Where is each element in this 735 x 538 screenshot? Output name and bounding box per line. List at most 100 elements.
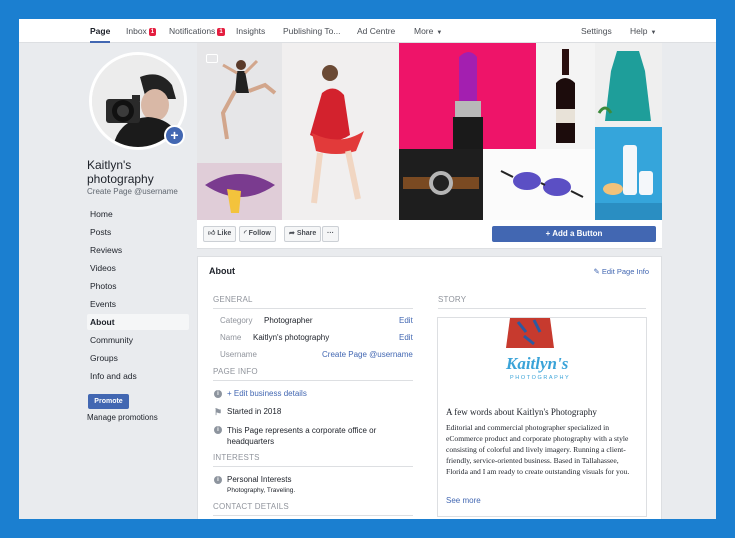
add-profile-picture-button[interactable]: + <box>164 125 185 146</box>
username-label: Username <box>220 350 257 359</box>
follow-label: Follow <box>248 230 271 237</box>
tab-inbox[interactable]: Inbox 1 <box>126 19 157 43</box>
personal-interests-label: Personal Interests <box>227 475 292 484</box>
divider <box>438 308 646 309</box>
cover-photo-watch <box>399 149 483 220</box>
story-title: A few words about Kaitlyn's Photography <box>446 407 597 417</box>
divider <box>213 466 413 467</box>
about-title: About <box>209 266 235 276</box>
info-icon: i <box>214 390 222 398</box>
edit-name-link[interactable]: Edit <box>399 333 413 342</box>
plus-icon: + <box>170 127 179 143</box>
settings-link[interactable]: Settings <box>581 19 612 43</box>
tab-ad-centre-label: Ad Centre <box>357 26 396 36</box>
edit-page-info-link[interactable]: ✎ Edit Page Info <box>594 267 650 276</box>
see-more-link[interactable]: See more <box>446 496 481 505</box>
cover-photo-dress <box>595 43 662 127</box>
edit-category-link[interactable]: Edit <box>399 316 413 325</box>
tab-publishing-tools[interactable]: Publishing To... <box>283 19 341 43</box>
tab-insights-label: Insights <box>236 26 266 36</box>
help-label: Help <box>630 26 648 36</box>
sidebar-item-info-and-ads[interactable]: Info and ads <box>87 368 189 384</box>
tab-insights[interactable]: Insights <box>236 19 265 43</box>
page-title: Kaitlyn's photography <box>87 158 154 186</box>
page-top-nav: Page Inbox 1 Notifications 1 Insights Publ… <box>19 19 716 43</box>
manage-promotions-link[interactable]: Manage promotions <box>87 413 158 422</box>
story-logo-subtitle: PHOTOGRAPHY <box>510 375 571 381</box>
started-text: Started in 2018 <box>227 407 282 416</box>
inbox-badge: 1 <box>148 28 157 36</box>
follow-button[interactable]: ◜ Follow <box>239 226 276 242</box>
pencil-icon: ✎ <box>593 267 602 276</box>
tab-page[interactable]: Page <box>90 19 111 43</box>
tab-page-label: Page <box>90 26 111 36</box>
more-options-button[interactable]: ··· <box>322 226 339 242</box>
create-username-link[interactable]: Create Page @username <box>87 187 178 196</box>
name-value: Kaitlyn's photography <box>253 333 330 342</box>
tab-inbox-label: Inbox <box>126 26 147 36</box>
info-icon: i <box>214 426 222 434</box>
sidebar-item-events[interactable]: Events <box>87 296 189 312</box>
page-action-bar: 👍︎ Like ◜ Follow ➦ Share ··· + Add a But… <box>197 220 662 249</box>
story-body: Editorial and commercial photographer sp… <box>446 423 630 476</box>
sidebar-item-home[interactable]: Home <box>87 206 189 222</box>
add-a-button[interactable]: + Add a Button <box>492 226 656 242</box>
promote-button[interactable]: Promote <box>88 394 129 409</box>
cover-photo-model <box>282 43 399 220</box>
camera-icon[interactable] <box>206 54 218 63</box>
flag-icon: ⚑ <box>214 407 223 417</box>
sidebar-item-posts[interactable]: Posts <box>87 224 189 240</box>
share-label: Share <box>296 230 317 237</box>
tab-more-label: More <box>414 26 434 36</box>
sidebar-item-community[interactable]: Community <box>87 332 189 348</box>
category-label: Category <box>220 316 253 325</box>
name-label: Name <box>220 333 242 342</box>
edit-business-details-link[interactable]: + Edit business details <box>227 389 307 398</box>
category-value: Photographer <box>264 316 313 325</box>
cover-photo-dancer <box>197 43 282 163</box>
sidebar-item-groups[interactable]: Groups <box>87 350 189 366</box>
notifications-badge: 1 <box>217 28 225 36</box>
chevron-down-icon: ▼ <box>436 30 443 36</box>
about-panel: About ✎ Edit Page Info GENERAL Category … <box>197 256 662 519</box>
info-icon: i <box>214 476 222 484</box>
edit-page-info-label: Edit Page Info <box>601 267 649 276</box>
interests-section-header: INTERESTS <box>213 453 260 462</box>
story-section-header: STORY <box>438 295 467 304</box>
tab-notifications[interactable]: Notifications 1 <box>169 19 225 43</box>
facebook-page-window: Page Inbox 1 Notifications 1 Insights Publ… <box>19 19 716 519</box>
tab-ad-centre[interactable]: Ad Centre <box>357 19 395 43</box>
settings-label: Settings <box>581 26 612 36</box>
sidebar-item-about[interactable]: About <box>87 314 189 330</box>
sidebar-item-photos[interactable]: Photos <box>87 278 189 294</box>
create-page-username-link[interactable]: Create Page @username <box>322 350 413 359</box>
cover-photo-collage[interactable] <box>197 43 662 220</box>
like-button[interactable]: 👍︎ Like <box>203 226 237 242</box>
help-menu[interactable]: Help ▼ <box>630 19 656 43</box>
corporate-office-text: This Page represents a corporate office … <box>227 426 377 446</box>
divider <box>213 308 413 309</box>
general-section-header: GENERAL <box>213 295 253 304</box>
interest-list: Photography, Traveling. <box>227 487 296 494</box>
share-button[interactable]: ➦ Share <box>284 226 322 242</box>
divider <box>213 515 413 516</box>
story-logo: Kaitlyn's <box>506 354 569 373</box>
thumbs-up-icon: 👍︎ <box>208 230 218 237</box>
story-cover-image <box>438 318 646 348</box>
page-info-section-header: PAGE INFO <box>213 367 258 376</box>
chevron-down-icon: ▼ <box>650 30 657 36</box>
cover-photo-milk <box>595 127 662 220</box>
ellipsis-icon: ··· <box>327 230 334 237</box>
story-card[interactable]: Kaitlyn's PHOTOGRAPHY A few words about … <box>437 317 647 517</box>
cover-photo-lips <box>197 163 282 220</box>
tab-notifications-label: Notifications <box>169 26 216 36</box>
divider <box>213 380 413 381</box>
cover-photo-sunglasses <box>483 149 595 220</box>
tab-publishing-label: Publishing To... <box>283 26 341 36</box>
tab-more[interactable]: More ▼ <box>414 19 442 43</box>
sidebar-item-reviews[interactable]: Reviews <box>87 242 189 258</box>
sidebar-item-videos[interactable]: Videos <box>87 260 189 276</box>
cover-photo-lipstick <box>399 43 536 149</box>
contact-details-section-header: CONTACT DETAILS <box>213 502 289 511</box>
like-label: Like <box>217 230 232 237</box>
